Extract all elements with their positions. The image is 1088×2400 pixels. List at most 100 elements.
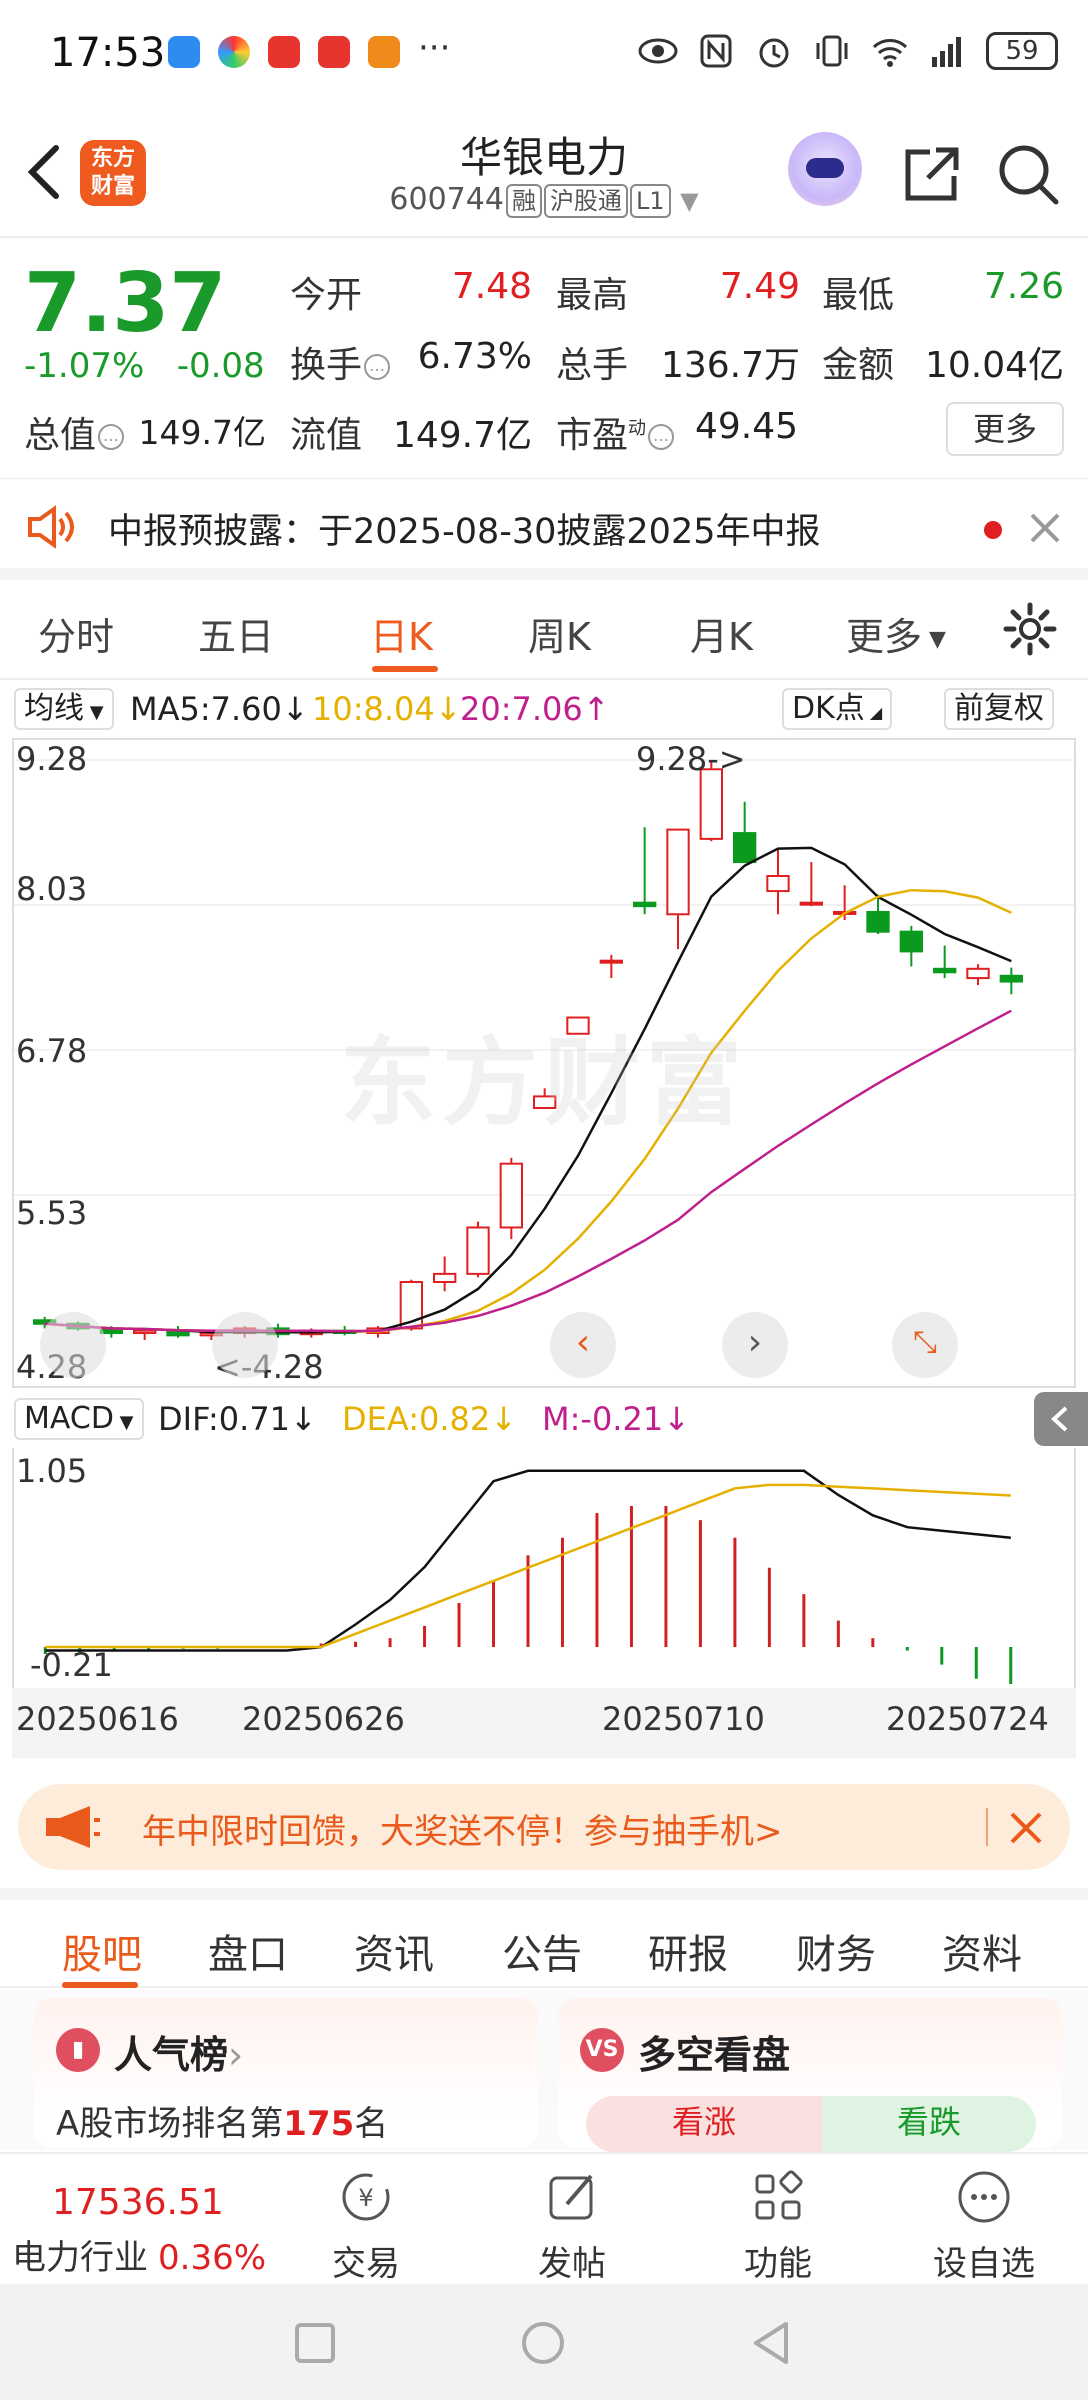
popularity-card[interactable]: ▮ 人气榜› A股市场排名第175名: [34, 1998, 538, 2148]
bottom-action-bar: 17536.51 电力行业 0.36% ¥ 交易 发帖 功能 设自选: [0, 2152, 1088, 2285]
date-axis: 20250616 20250626 20250710 20250724: [12, 1688, 1076, 1758]
pe-label: 市盈动…: [556, 406, 675, 458]
speaker-icon: [28, 505, 74, 549]
scroll-left-icon[interactable]: [40, 1312, 106, 1378]
float-cap-value: 149.7亿: [392, 415, 532, 456]
more-button[interactable]: 更多: [946, 402, 1064, 456]
tab-news[interactable]: 资讯: [354, 1922, 434, 1980]
huawei-notification-icon: [268, 36, 300, 68]
recents-icon[interactable]: [292, 2320, 338, 2366]
app-notification-icon: [218, 36, 250, 68]
open-label: 今开: [290, 275, 363, 316]
pe-value: 49.45: [694, 406, 798, 447]
tab-guba[interactable]: 股吧: [62, 1922, 142, 1980]
bullish-button[interactable]: 看涨: [586, 2096, 822, 2152]
post-button[interactable]: 发帖: [512, 2168, 632, 2285]
connect-tag: 沪股通: [543, 184, 628, 218]
macd-legend: MACD ▼ DIF:0.71↓ DEA:0.82↓ M:-0.21↓: [0, 1392, 1088, 1446]
tab-daily-k[interactable]: 日K: [370, 606, 433, 661]
functions-button[interactable]: 功能: [718, 2168, 838, 2285]
tab-more[interactable]: 更多 ▼: [846, 606, 946, 661]
apps-icon: [755, 2170, 803, 2220]
section-tabs: 股吧 盘口 资讯 公告 研报 财务 资料: [0, 1888, 1088, 1988]
close-icon[interactable]: [1006, 1808, 1046, 1848]
next-arrow-icon[interactable]: ›: [722, 1312, 788, 1378]
candle: [666, 828, 690, 916]
tab-profile[interactable]: 资料: [942, 1922, 1022, 1980]
assistant-robot-icon[interactable]: [788, 132, 862, 206]
tab-announcements[interactable]: 公告: [502, 1922, 582, 1980]
y-axis-label: 9.28: [16, 740, 88, 778]
bearish-button[interactable]: 看跌: [822, 2096, 1036, 2152]
info-icon[interactable]: …: [648, 424, 675, 450]
home-icon[interactable]: [520, 2320, 566, 2366]
dk-point-select[interactable]: DK点 ◢: [782, 688, 893, 730]
status-time: 17:53: [50, 30, 166, 76]
tab-five-day[interactable]: 五日: [198, 606, 274, 661]
eye-icon: [638, 38, 678, 64]
notification-icons: [168, 36, 400, 68]
svg-text:¥: ¥: [358, 2184, 373, 2212]
candle: [633, 901, 657, 908]
ma20-value: 20:7.06↑: [460, 690, 610, 728]
zoom-out-icon[interactable]: [212, 1312, 278, 1378]
industry-index-value[interactable]: 17536.51: [52, 2182, 224, 2223]
stock-header: 东方 财富 华银电力 600744 融沪股通 L1 ▼: [0, 110, 1088, 238]
industry-index[interactable]: 电力行业 0.36%: [12, 2230, 266, 2279]
collapse-side-icon[interactable]: [1034, 1392, 1088, 1446]
edit-icon: [549, 2174, 593, 2220]
macd-chart[interactable]: [12, 1448, 1076, 1688]
more-dots-icon: [958, 2171, 1010, 2223]
info-icon[interactable]: …: [364, 354, 391, 380]
candle: [133, 1329, 157, 1335]
ma10-value: 10:8.04↓: [312, 690, 462, 728]
divider: [986, 1808, 988, 1846]
current-price: 7.37: [24, 256, 227, 351]
change-amount: -0.08: [176, 346, 265, 386]
status-bar: 17:53 ··· 59: [0, 0, 1088, 110]
candle: [799, 901, 824, 906]
promo-banner[interactable]: 年中限时回馈，大奖送不停！参与抽手机>: [18, 1784, 1070, 1870]
stock-code: 600744: [389, 182, 504, 217]
dea-value: DEA:0.82↓: [342, 1400, 518, 1438]
share-icon[interactable]: [900, 144, 962, 206]
signal-icon: [932, 37, 961, 67]
tab-finance[interactable]: 财务: [796, 1922, 876, 1980]
info-icon[interactable]: …: [98, 424, 125, 450]
ma-legend: 均线 ▼ MA5:7.60↓ 10:8.04↓ 20:7.06↑ DK点 ◢ 前…: [0, 682, 1088, 736]
trade-button[interactable]: ¥ 交易: [306, 2168, 426, 2285]
volume-value: 136.7万: [660, 345, 800, 386]
high-value: 7.49: [719, 266, 800, 307]
cards-section: ▮ 人气榜› A股市场排名第175名 VS 多空看盘 看涨 看跌: [0, 1990, 1088, 2152]
turnover-value: 6.73%: [417, 336, 532, 377]
close-icon[interactable]: [1026, 509, 1064, 547]
tab-monthly-k[interactable]: 月K: [690, 606, 753, 661]
macd-select[interactable]: MACD ▼: [14, 1398, 144, 1440]
m-value: M:-0.21↓: [542, 1400, 690, 1438]
tab-weekly-k[interactable]: 周K: [528, 606, 591, 661]
active-tab-indicator: [372, 666, 438, 672]
announcement-bar[interactable]: 中报预披露：于2025-08-30披露2025年中报: [0, 478, 1088, 580]
back-nav-icon[interactable]: [748, 2320, 794, 2366]
search-icon[interactable]: [996, 142, 1060, 206]
tab-pankou[interactable]: 盘口: [208, 1922, 288, 1980]
card-title: 多空看盘: [638, 2033, 791, 2077]
period-tabs: 分时 五日 日K 周K 月K 更多 ▼: [0, 580, 1088, 680]
system-nav-bar: [0, 2284, 1088, 2400]
y-axis-label: 6.78: [16, 1032, 88, 1070]
bull-bear-card[interactable]: VS 多空看盘 看涨 看跌: [558, 1998, 1062, 2152]
gear-icon[interactable]: [1003, 602, 1057, 656]
y-axis-label: 5.53: [16, 1194, 88, 1232]
dropdown-arrow-icon[interactable]: ▼: [680, 187, 698, 215]
y-axis-label: 8.03: [16, 870, 88, 908]
date-label: 20250710: [602, 1700, 765, 1738]
indicator-select[interactable]: 均线 ▼: [14, 688, 114, 730]
tab-intraday[interactable]: 分时: [38, 606, 114, 661]
tab-research[interactable]: 研报: [648, 1922, 728, 1980]
prev-arrow-icon[interactable]: ‹: [550, 1312, 616, 1378]
add-watchlist-button[interactable]: 设自选: [924, 2168, 1044, 2285]
fullscreen-icon[interactable]: ⤡: [892, 1312, 958, 1378]
rank-text: A股市场排名第175名: [56, 2104, 389, 2144]
quote-panel: 7.37 -1.07% -0.08 今开 7.48 最高 7.49 最低 7.2…: [0, 238, 1088, 478]
adjust-select[interactable]: 前复权: [944, 688, 1054, 730]
